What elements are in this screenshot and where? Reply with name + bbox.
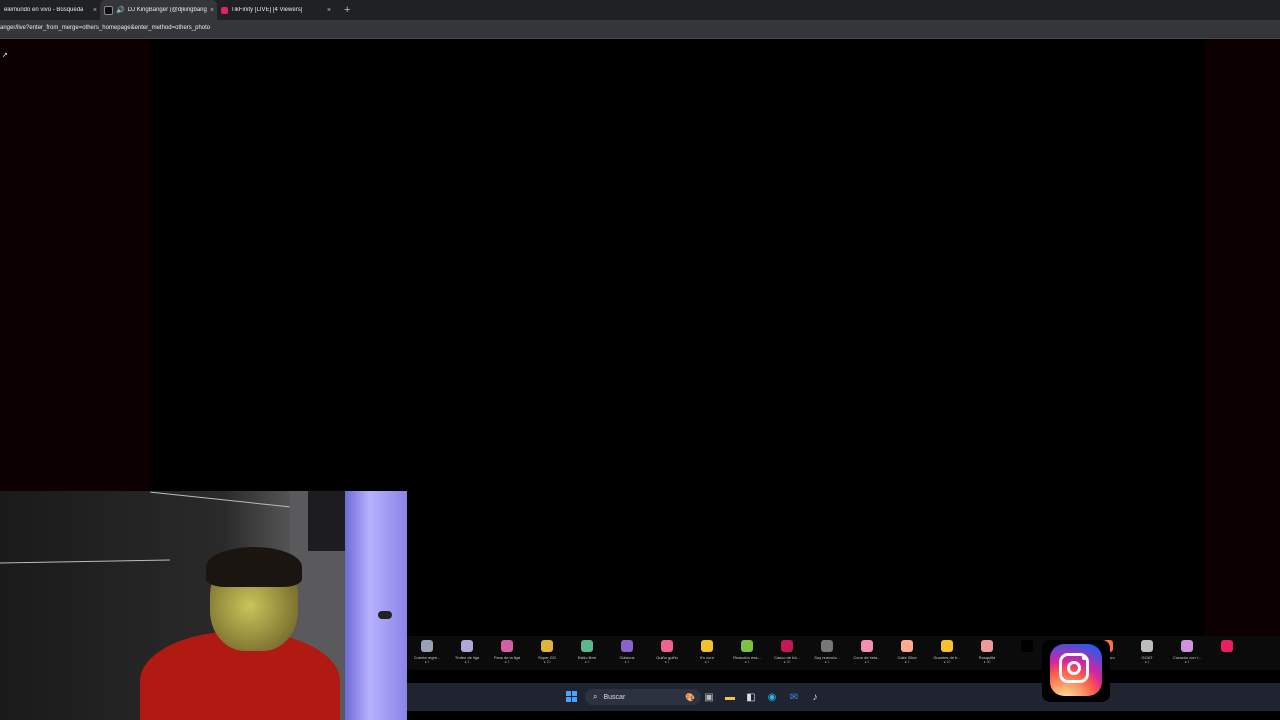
close-icon[interactable]: × (210, 7, 214, 14)
gift-item[interactable]: Estilo libre ● 1 (567, 636, 607, 670)
taskview-icon[interactable]: ▣ (702, 690, 716, 704)
gift-item[interactable]: Cuenta regre... ● 1 (407, 636, 447, 670)
gift-item[interactable]: Guantes de b... ● 10 (927, 636, 967, 670)
tiktok-icon[interactable]: ♪ (808, 690, 822, 704)
tab-bing-search[interactable]: elemundo en vivo - Búsqueda × (0, 0, 100, 20)
gift-icon (581, 640, 593, 652)
start-icon[interactable] (565, 690, 577, 702)
gift-item[interactable]: Cake Slice ● 1 (887, 636, 927, 670)
tikfinity-favicon-icon (221, 6, 228, 14)
tab-title: DJ KingBanger (@djkingbang (127, 7, 207, 13)
gift-icon (1221, 640, 1233, 652)
taskbar-search-input[interactable]: ⌕ Buscar 🎨 (585, 689, 701, 705)
gift-strip: Cuenta regre... ● 1 Trofeo de liga ● 1 Fans … (407, 636, 1280, 670)
gift-item[interactable]: Guiño guiño ● 1 (647, 636, 687, 670)
gift-item[interactable]: Cono de hela... ● 1 (847, 636, 887, 670)
gift-coins: ● 1 (704, 660, 710, 664)
person-hair (206, 547, 302, 587)
speaker-icon[interactable]: 🔊 (116, 6, 125, 14)
gift-item[interactable]: Reacción esa... ● 1 (727, 636, 767, 670)
gift-coins: ● 1 (744, 660, 750, 664)
gift-icon (901, 640, 913, 652)
gift-item[interactable]: It's corn ● 1 (687, 636, 727, 670)
gift-coins: ● 1 (1184, 660, 1190, 664)
gift-coins: ● 1 (624, 660, 630, 664)
mouse-cursor-icon: ➚ (2, 52, 8, 59)
tab-title: TikFinity [LIVE] [4 Viewers] (231, 7, 303, 13)
gift-icon (781, 640, 793, 652)
gift-icon (741, 640, 753, 652)
gift-coins: ● 1 (664, 660, 670, 664)
instagram-icon (1050, 644, 1102, 696)
webcam-overlay (0, 491, 407, 720)
gift-icon (1141, 640, 1153, 652)
gift-icon (861, 640, 873, 652)
address-bar[interactable]: anger/live?enter_from_merge=others_homep… (0, 20, 1280, 39)
gift-icon (541, 640, 553, 652)
gift-coins: ● 1 (904, 660, 910, 664)
tab-title: elemundo en vivo - Búsqueda (4, 7, 84, 13)
gift-item[interactable]: Soy nuevo/a... ● 1 (807, 636, 847, 670)
gift-item[interactable]: Clásicos ● 1 (607, 636, 647, 670)
gift-coins: ● 1 (584, 660, 590, 664)
close-icon[interactable]: × (327, 7, 331, 14)
search-placeholder: Buscar (603, 693, 626, 701)
tab-tikfinity[interactable]: TikFinity [LIVE] [4 Viewers] × (217, 0, 334, 20)
gift-icon (941, 640, 953, 652)
gift-icon (701, 640, 713, 652)
widgets-icon: 🎨 (685, 692, 695, 702)
file-explorer-icon[interactable]: ▬ (723, 690, 737, 704)
url-text[interactable]: anger/live?enter_from_merge=others_homep… (0, 25, 210, 31)
close-icon[interactable]: × (93, 7, 97, 14)
gift-coins: ● 1 (864, 660, 870, 664)
light-line (150, 491, 290, 508)
gift-icon (1021, 640, 1033, 652)
gift-coins: ● 1 (464, 660, 470, 664)
edge-icon[interactable]: ◉ (765, 690, 779, 704)
windows-taskbar: ⌕ Buscar 🎨 ▣ ▬ ◧ ◉ ✉ ♪ (407, 683, 1280, 711)
gift-item[interactable]: Fans de la liga ● 1 (487, 636, 527, 670)
gift-coins: ● 1 (504, 660, 510, 664)
gift-item[interactable] (1207, 636, 1247, 670)
gift-item[interactable]: Casco de fút... ● 10 (767, 636, 807, 670)
gift-icon (461, 640, 473, 652)
gift-item[interactable] (1007, 636, 1047, 670)
gift-coins: ● 1 (424, 660, 430, 664)
gift-icon (421, 640, 433, 652)
new-tab-button[interactable]: + (344, 4, 350, 16)
search-icon: ⌕ (593, 692, 598, 701)
gift-icon (821, 640, 833, 652)
gift-coins: ● 30 (983, 660, 991, 664)
tiktok-favicon-icon (104, 5, 113, 15)
browser-tab-strip: elemundo en vivo - Búsqueda × 🔊 DJ KingB… (0, 0, 1280, 20)
gift-icon (621, 640, 633, 652)
gift-coins: ● 10 (943, 660, 951, 664)
gift-coins: ● 1 (1144, 660, 1150, 664)
gift-item[interactable]: Rosquilla ● 30 (967, 636, 1007, 670)
door-handle (378, 611, 392, 619)
gift-icon (661, 640, 673, 652)
gift-item[interactable]: Corazón con l... ● 1 (1167, 636, 1207, 670)
gift-item[interactable]: GOAT ● 1 (1127, 636, 1167, 670)
gift-coins: ● 10 (783, 660, 791, 664)
tab-tiktok-live[interactable]: 🔊 DJ KingBanger (@djkingbang × (100, 0, 217, 20)
gift-item[interactable]: Trofeo de liga ● 1 (447, 636, 487, 670)
gift-icon (501, 640, 513, 652)
gift-item[interactable]: Súper GG ● 10 (527, 636, 567, 670)
right-side-panel (1204, 39, 1280, 639)
gift-icon (981, 640, 993, 652)
gift-coins: ● 1 (824, 660, 830, 664)
purple-door (345, 491, 407, 720)
mail-icon[interactable]: ✉ (787, 690, 801, 704)
store-icon[interactable]: ◧ (744, 690, 758, 704)
light-line (0, 559, 170, 564)
gift-coins: ● 10 (543, 660, 551, 664)
gift-icon (1181, 640, 1193, 652)
instagram-logo (1042, 640, 1110, 702)
